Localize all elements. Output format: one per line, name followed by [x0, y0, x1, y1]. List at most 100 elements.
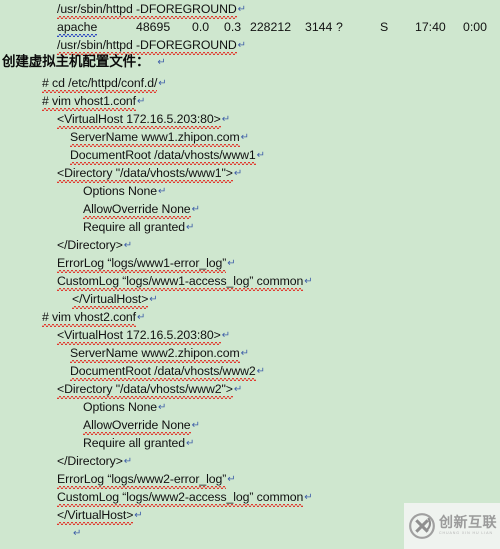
text-line: <VirtualHost 172.16.5.203:80>↵: [0, 110, 500, 129]
line-text: ServerName www2.zhipon.com: [70, 346, 240, 360]
line-text: ErrorLog “logs/www2-error_log”: [57, 472, 227, 486]
paragraph-mark-icon: ↵: [73, 528, 82, 539]
text-line: ServerName www2.zhipon.com↵: [0, 344, 500, 363]
watermark-text-block: 创新互联 CHUANG XIN HU LIAN: [439, 516, 497, 536]
watermark: 创新互联 CHUANG XIN HU LIAN: [404, 503, 500, 549]
misspelled-word: </VirtualHost>: [72, 290, 149, 309]
heading-text: 创建虚拟主机配置文件：: [2, 54, 150, 70]
text-line: Require all granted↵: [0, 218, 500, 236]
paragraph-mark-icon: ↵: [240, 348, 249, 359]
misspelled-word: ServerName www1.zhipon.com: [70, 128, 240, 147]
paragraph-mark-icon: ↵: [191, 420, 200, 431]
paragraph-mark-icon: ↵: [158, 78, 167, 89]
text-line: ServerName www1.zhipon.com↵: [0, 128, 500, 147]
line-text: <Directory "/data/vhosts/www2">: [57, 382, 233, 396]
line-text: </VirtualHost>: [72, 292, 149, 306]
line-text: <Directory "/data/vhosts/www1">: [57, 166, 233, 180]
text-line: Require all granted↵: [0, 434, 500, 452]
misspelled-word: <Directory "/data/vhosts/www2">: [57, 380, 233, 399]
line-text: CustomLog “logs/www1-access_log” common: [57, 274, 304, 288]
line-text: </Directory>: [57, 454, 123, 468]
text-line: AllowOverride None↵: [0, 416, 500, 435]
paragraph-mark-icon: ↵: [134, 510, 143, 521]
paragraph-mark-icon: ↵: [304, 276, 313, 287]
document-page: /usr/sbin/httpd -DFOREGROUND↵ apache 486…: [0, 0, 500, 549]
misspelled-word: <VirtualHost 172.16.5.203:80>: [57, 326, 221, 345]
process-start: 17:40: [415, 20, 446, 34]
misspelled-word: # cd /etc/httpd/conf.d/: [42, 74, 158, 93]
misspelled-word: </VirtualHost>: [57, 506, 134, 525]
paragraph-mark-icon: ↵: [158, 186, 167, 197]
text-line: </Directory>↵: [0, 236, 500, 254]
paragraph-mark-icon: ↵: [158, 402, 167, 413]
text-line: Options None↵: [0, 398, 500, 416]
misspelled-word: <VirtualHost 172.16.5.203:80>: [57, 110, 221, 129]
paragraph-mark-icon: ↵: [233, 168, 243, 179]
text-line: <Directory "/data/vhosts/www1">↵: [0, 164, 500, 183]
line-text: ErrorLog “logs/www1-error_log”: [57, 256, 227, 270]
line-text: Options None: [83, 400, 157, 414]
paragraph-mark-icon: ↵: [123, 240, 133, 251]
misspelled-word: DocumentRoot /data/vhosts/www1: [70, 146, 256, 165]
text-line: /usr/sbin/httpd -DFOREGROUND↵: [0, 36, 500, 55]
paragraph-mark-icon: ↵: [304, 492, 313, 503]
misspelled-word: AllowOverride None: [83, 416, 191, 435]
line-text: DocumentRoot /data/vhosts/www2: [70, 364, 256, 378]
paragraph-mark-icon: ↵: [233, 384, 243, 395]
misspelled-word: /usr/sbin/httpd -DFOREGROUND: [57, 0, 237, 19]
misspelled-word: <Directory "/data/vhosts/www1">: [57, 164, 233, 183]
line-text: Options None: [83, 184, 157, 198]
text-line: Options None↵: [0, 182, 500, 200]
paragraph-mark-icon: ↵: [186, 222, 195, 233]
misspelled-word: DocumentRoot /data/vhosts/www2: [70, 362, 256, 381]
line-text: /usr/sbin/httpd -DFOREGROUND: [57, 2, 237, 16]
line-text: <VirtualHost 172.16.5.203:80>: [57, 112, 221, 126]
line-text: </Directory>: [57, 238, 123, 252]
text-line: # vim vhost1.conf↵: [0, 92, 500, 111]
process-row: apache 48695 0.0 0.3 228212 3144 ? S 17:…: [0, 18, 500, 37]
line-text: Require all granted: [83, 436, 186, 450]
text-line: DocumentRoot /data/vhosts/www1↵: [0, 146, 500, 165]
line-text: CustomLog “logs/www2-access_log” common: [57, 490, 304, 504]
paragraph-mark-icon: ↵: [137, 312, 146, 323]
watermark-sub-text: CHUANG XIN HU LIAN: [439, 531, 493, 536]
line-text: # cd /etc/httpd/conf.d/: [42, 76, 158, 90]
misspelled-word: # vim vhost1.conf: [42, 92, 136, 111]
text-line: <VirtualHost 172.16.5.203:80>↵: [0, 326, 500, 345]
text-line: AllowOverride None↵: [0, 200, 500, 219]
paragraph-mark-icon: ↵: [256, 366, 265, 377]
paragraph-mark-icon: ↵: [227, 258, 236, 269]
process-time: 0:00: [463, 20, 487, 34]
process-pid: 48695: [136, 20, 171, 34]
line-text: /usr/sbin/httpd -DFOREGROUND: [57, 38, 237, 52]
line-text: <VirtualHost 172.16.5.203:80>: [57, 328, 221, 342]
process-tty: ?: [336, 20, 343, 34]
text-line: </VirtualHost>↵: [0, 290, 500, 309]
circle-x-logo-icon: [409, 513, 435, 539]
paragraph-mark-icon: ↵: [237, 40, 246, 51]
misspelled-word: ServerName www2.zhipon.com: [70, 344, 240, 363]
paragraph-mark-icon: ↵: [157, 57, 166, 68]
paragraph-mark-icon: ↵: [191, 204, 200, 215]
paragraph-mark-icon: ↵: [256, 150, 265, 161]
text-line: DocumentRoot /data/vhosts/www2↵: [0, 362, 500, 381]
text-line: # cd /etc/httpd/conf.d/↵: [0, 74, 500, 93]
misspelled-word: # vim vhost2.conf: [42, 308, 136, 327]
paragraph-mark-icon: ↵: [221, 330, 230, 341]
paragraph-mark-icon: ↵: [123, 456, 133, 467]
line-text: </VirtualHost>: [57, 508, 134, 522]
process-mem: 0.3: [224, 20, 242, 34]
text-line: </Directory>↵: [0, 452, 500, 470]
line-text: ServerName www1.zhipon.com: [70, 130, 240, 144]
process-vsz: 228212: [250, 20, 292, 34]
paragraph-mark-icon: ↵: [149, 294, 158, 305]
process-user: apache: [57, 20, 98, 37]
line-text: AllowOverride None: [83, 418, 191, 432]
misspelled-word: CustomLog “logs/www2-access_log” common: [57, 488, 304, 507]
paragraph-mark-icon: ↵: [137, 96, 146, 107]
watermark-main-text: 创新互联: [439, 515, 497, 532]
text-line: ErrorLog “logs/www1-error_log”↵: [0, 254, 500, 273]
misspelled-word: ErrorLog “logs/www1-error_log”: [57, 254, 227, 273]
line-text: DocumentRoot /data/vhosts/www1: [70, 148, 256, 162]
process-rss: 3144: [305, 20, 333, 34]
